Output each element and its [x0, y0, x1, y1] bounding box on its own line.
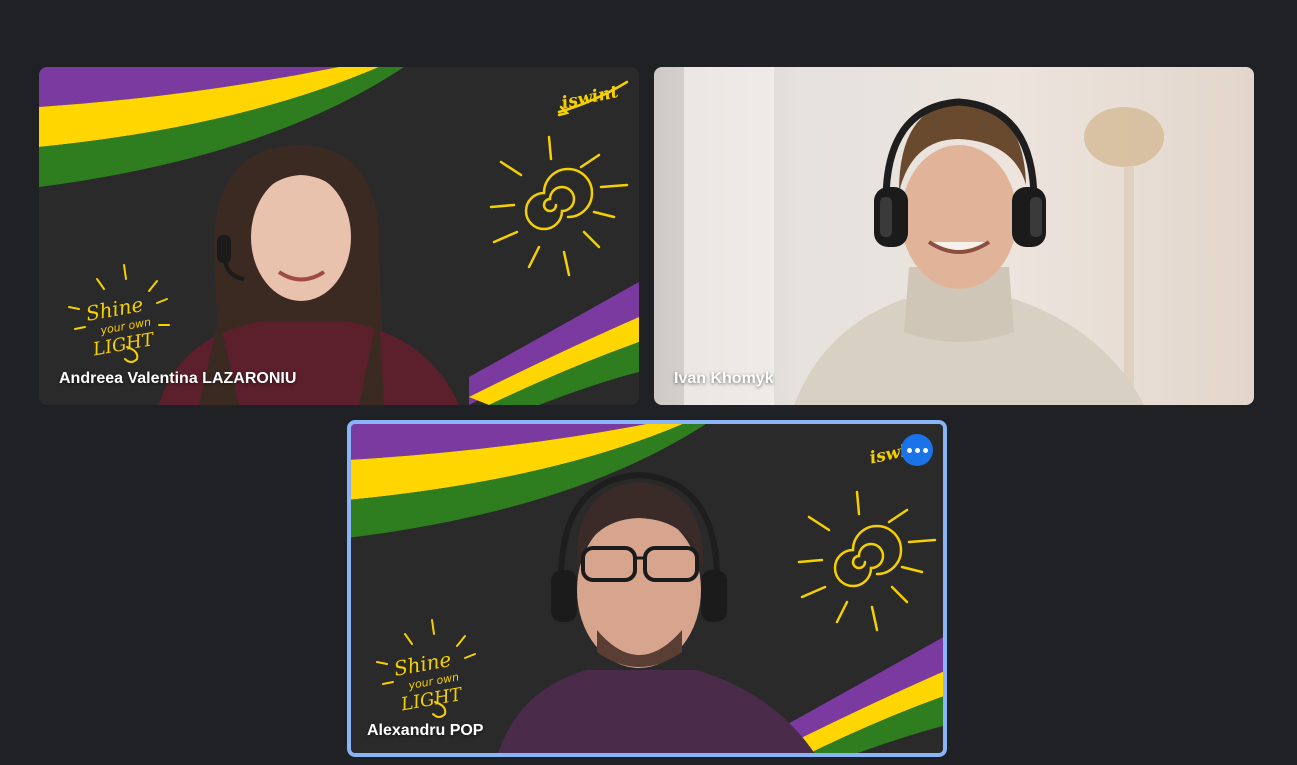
- participant-name: Andreea Valentina LAZARONIU: [59, 370, 297, 387]
- more-horizontal-icon-dot: [922, 447, 928, 453]
- video-feed-ivan: [654, 67, 1254, 405]
- video-feed-alexandru: iswint Shine your own LIGHT: [347, 420, 947, 757]
- more-horizontal-icon-dot: [914, 447, 920, 453]
- more-horizontal-icon: [906, 447, 912, 453]
- participant-tile-active[interactable]: iswint Shine your own LIGHT Alexandru PO…: [347, 420, 947, 757]
- meeting-grid: iswint Shine your own LIGHT Andreea Vale…: [0, 0, 1297, 765]
- participant-name: Ivan Khomyk: [674, 370, 774, 387]
- video-feed-andreea: iswint Shine your own LIGHT: [39, 67, 639, 405]
- participant-name: Alexandru POP: [367, 722, 484, 739]
- more-options-button[interactable]: [901, 434, 933, 466]
- participant-tile[interactable]: iswint Shine your own LIGHT Andreea Vale…: [39, 67, 639, 405]
- participant-tile[interactable]: Ivan Khomyk: [654, 67, 1254, 405]
